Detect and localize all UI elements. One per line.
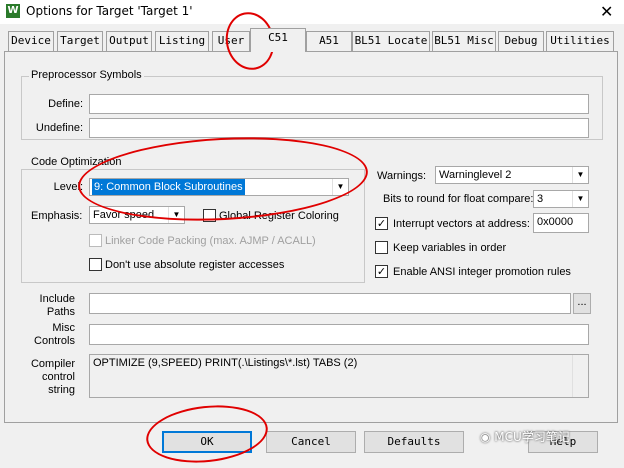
ansi-promotion-label: Enable ANSI integer promotion rules bbox=[393, 266, 571, 278]
tab-debug[interactable]: Debug bbox=[498, 31, 544, 51]
tab-listing[interactable]: Listing bbox=[155, 31, 209, 51]
undefine-input[interactable] bbox=[89, 118, 589, 138]
bits-round-select-value: 3 bbox=[537, 193, 544, 205]
tab-utilities[interactable]: Utilities bbox=[546, 31, 614, 51]
tab-strip: Device Target Output Listing User C51 A5… bbox=[4, 28, 616, 52]
interrupt-address-input[interactable]: 0x0000 bbox=[533, 213, 589, 233]
close-icon[interactable]: ✕ bbox=[600, 2, 613, 21]
emphasis-label: Emphasis: bbox=[31, 210, 83, 222]
linker-code-packing-checkbox[interactable] bbox=[89, 234, 102, 247]
keep-variables-label: Keep variables in order bbox=[393, 242, 507, 254]
undefine-label: Undefine: bbox=[35, 122, 83, 134]
c51-panel: Preprocessor Symbols Define: Undefine: C… bbox=[4, 51, 618, 423]
window-title: Options for Target 'Target 1' bbox=[26, 4, 193, 18]
tab-device[interactable]: Device bbox=[8, 31, 54, 51]
preprocessor-group-label: Preprocessor Symbols bbox=[29, 69, 144, 81]
linker-code-packing-label: Linker Code Packing (max. AJMP / ACALL) bbox=[105, 235, 316, 247]
misc-controls-input[interactable] bbox=[89, 324, 589, 345]
no-absolute-register-label: Don't use absolute register accesses bbox=[105, 259, 285, 271]
keil-app-icon: W bbox=[6, 4, 20, 18]
define-label: Define: bbox=[48, 98, 83, 110]
bits-round-label: Bits to round for float compare: bbox=[383, 193, 534, 205]
include-paths-label: Include Paths bbox=[39, 293, 75, 318]
keep-variables-checkbox[interactable] bbox=[375, 241, 388, 254]
compiler-control-label: Compiler control string bbox=[30, 358, 75, 396]
cancel-button[interactable]: Cancel bbox=[266, 431, 356, 453]
tab-bl51-misc[interactable]: BL51 Misc bbox=[432, 31, 496, 51]
misc-controls-label: Misc Controls bbox=[34, 322, 75, 347]
bits-round-select[interactable]: 3 ▼ bbox=[533, 190, 589, 208]
define-input[interactable] bbox=[89, 94, 589, 114]
ansi-promotion-checkbox[interactable]: ✓ bbox=[375, 265, 388, 278]
warnings-select-value: Warninglevel 2 bbox=[439, 169, 512, 181]
tab-c51[interactable]: C51 bbox=[250, 28, 306, 52]
warnings-select[interactable]: Warninglevel 2 ▼ bbox=[435, 166, 589, 184]
defaults-button[interactable]: Defaults bbox=[364, 431, 464, 453]
tab-target[interactable]: Target bbox=[57, 31, 103, 51]
compiler-control-scrollbar[interactable] bbox=[572, 355, 588, 397]
browse-button[interactable]: ... bbox=[573, 293, 591, 314]
chevron-down-icon[interactable]: ▼ bbox=[572, 167, 588, 183]
chevron-down-icon[interactable]: ▼ bbox=[572, 191, 588, 207]
tab-output[interactable]: Output bbox=[106, 31, 152, 51]
title-bar: W Options for Target 'Target 1' ✕ bbox=[0, 0, 624, 24]
watermark-text: MCU学习笔记 bbox=[494, 430, 570, 444]
interrupt-vectors-checkbox[interactable]: ✓ bbox=[375, 217, 388, 230]
level-label: Level: bbox=[53, 181, 83, 193]
wechat-icon: ◉ bbox=[480, 430, 495, 444]
watermark: ◉ MCU学习笔记 bbox=[480, 428, 620, 448]
include-paths-input[interactable] bbox=[89, 293, 571, 314]
warnings-label: Warnings: bbox=[377, 170, 427, 182]
no-absolute-register-checkbox[interactable] bbox=[89, 258, 102, 271]
compiler-control-string[interactable]: OPTIMIZE (9,SPEED) PRINT(.\Listings\*.ls… bbox=[89, 354, 589, 398]
tab-a51[interactable]: A51 bbox=[306, 31, 352, 51]
interrupt-vectors-label: Interrupt vectors at address: bbox=[393, 218, 530, 230]
tab-bl51-locate[interactable]: BL51 Locate bbox=[352, 31, 430, 51]
